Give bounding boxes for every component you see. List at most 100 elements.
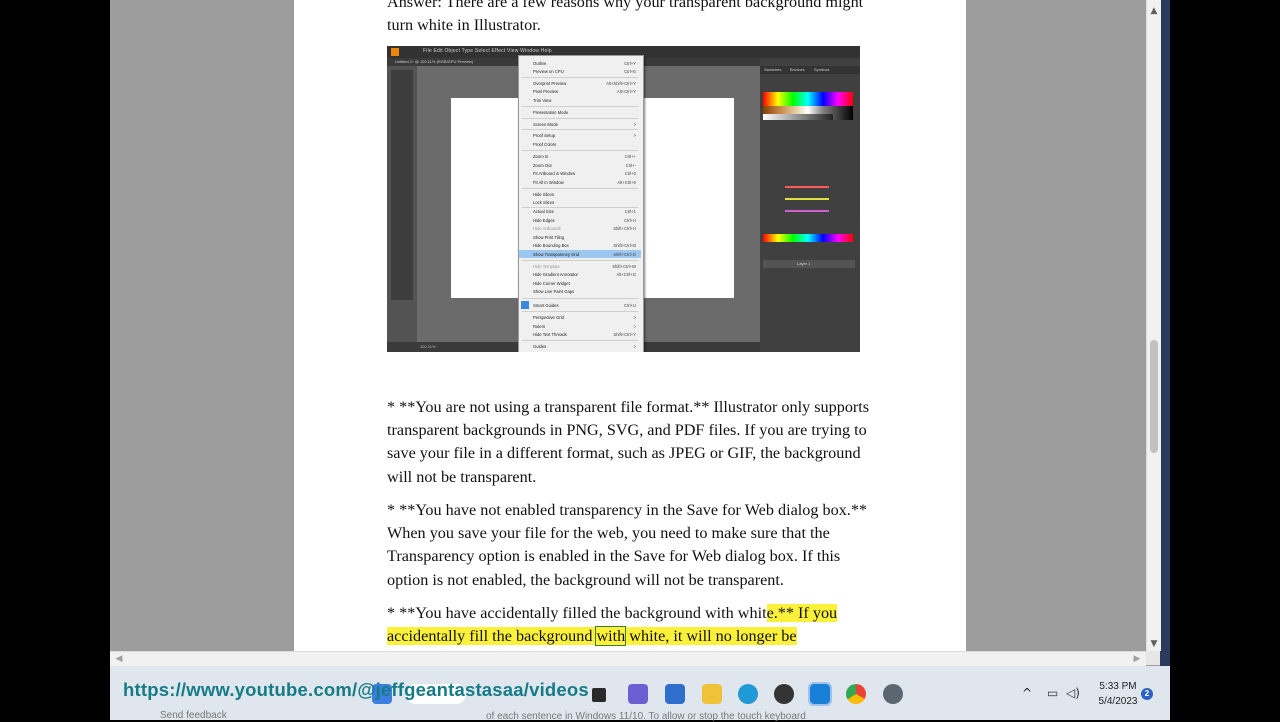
illustrator-menu-labels: File Edit Object Type Select Effect View… [423,48,552,54]
highlighted-text: white, it will no longer be [625,627,797,646]
layer-name: Layer 1 [797,261,811,266]
panel-tab: Brushes [790,67,805,72]
volume-icon[interactable]: ◁) [1066,686,1080,700]
menu-separator [522,150,638,151]
menu-item-hide-slices: Hide Slices [533,192,554,197]
scrollbar-corner [1146,651,1160,665]
menu-item-hide-template: Hide Template Shift+Ctrl+W [533,264,636,269]
chevron-up-icon[interactable]: ^ [1022,686,1032,700]
panel-tabs: Swatches Brushes Symbols [760,66,860,74]
intro-paragraph: Answer: There are a few reasons why your… [387,0,927,37]
menu-item-lock-slices: Lock Slices [533,200,555,205]
document-tab: Untitled-1* @ 100.11% (RGB/GPU Preview) [395,59,474,64]
teams-chat-icon[interactable] [628,684,648,704]
paragraph-save-for-web: * **You have not enabled transparency in… [387,499,927,592]
menu-separator [522,188,638,189]
illustrator-logo-icon [391,48,399,56]
menu-item-pixel-preview: Pixel Preview Alt+Ctrl+Y [533,89,636,94]
panel-tab: Swatches [764,67,782,72]
menu-item-proof-colors: Proof Colors [533,142,557,147]
menu-item-overprint-preview: Overprint Preview Alt+Shift+Ctrl+Y [533,81,636,86]
menu-item-presentation-mode: Presentation Mode [533,110,569,115]
text-line: When you save your file for the web, you… [387,524,830,543]
underlying-window-text: of each sentence in Windows 11/10. To al… [486,711,806,722]
scroll-thumb[interactable] [1150,340,1158,453]
text-line: * **You are not using a transparent file… [387,398,870,416]
settings-icon[interactable] [883,684,903,704]
menu-item-hide-bounding-box: Hide Bounding Box Shift+Ctrl+B [533,243,636,248]
menu-item-show-live-paint-gaps: Show Live Paint Gaps [533,289,575,294]
menu-item-actual-size: Actual Size Ctrl+1 [533,209,636,214]
menu-item-show-transparency-grid: Show Transparency Grid Shift+Ctrl+D [519,250,641,259]
layer-row: Layer 1 [763,260,855,268]
text-line: Transparency option is enabled in the Sa… [387,547,841,566]
edge-icon[interactable] [738,684,758,704]
text-line: transparent backgrounds in PNG, SVG, and… [387,421,867,440]
text-line: option is not enabled, the background wi… [387,570,784,589]
scroll-up-icon[interactable]: ▲ [1147,4,1161,18]
color-spectrum [763,234,853,242]
color-slider-g [785,198,829,200]
paragraph-file-format: * **You are not using a transparent file… [387,396,927,489]
media-player-icon[interactable] [774,684,794,704]
menu-item-hide-artboards: Hide Artboards Shift+Ctrl+H [533,226,636,231]
zoom-level: 100.11% [420,344,436,349]
menu-item-zoom-out: Zoom Out Ctrl+- [533,163,636,168]
highlighted-text: e.** If you [766,604,838,622]
view-menu-dropdown: Outline Ctrl+Y Preview on CPU Ctrl+E Overp… [518,55,644,352]
paragraph-filled-white: * **You have accidentally filled the bac… [387,602,927,648]
clock-date[interactable]: 5/4/2023 [1094,696,1142,707]
menu-item-trim-view: Trim View [533,98,552,103]
send-feedback-link[interactable]: Send feedback [160,710,227,721]
youtube-url-overlay: https://www.youtube.com/@jeffgeantastasa… [123,679,589,700]
menu-item-screen-mode: Screen Mode > [533,122,636,127]
menu-separator [522,129,638,130]
menu-item-fit-artboard: Fit Artboard in Window Ctrl+0 [533,171,636,176]
color-slider-r [785,186,829,188]
text-line: save your file in a different format, su… [387,444,861,463]
selected-word[interactable]: with [595,626,627,647]
clock-time[interactable]: 5:33 PM [1098,681,1138,692]
menu-item-hide-edges: Hide Edges Ctrl+H [533,218,636,223]
scroll-left-icon[interactable]: ◀ [112,652,126,666]
vertical-scrollbar[interactable]: ▲ ▼ [1146,0,1161,651]
menu-separator [522,311,638,312]
grey-swatches [763,114,833,120]
menu-item-hide-text-threads: Hide Text Threads Shift+Ctrl+Y [533,332,636,337]
menu-item-fit-all: Fit All in Window Alt+Ctrl+0 [533,180,636,185]
notification-badge[interactable]: 2 [1141,688,1153,700]
store-icon[interactable] [665,684,685,704]
horizontal-scrollbar[interactable]: ◀ ▶ [110,651,1146,666]
menu-separator [522,118,638,119]
menu-item-proof-setup: Proof Setup > [533,133,636,138]
menu-item-zoom-in: Zoom In Ctrl++ [533,154,636,159]
menu-separator [522,260,638,261]
network-icon[interactable]: ▭ [1047,686,1058,700]
menu-item-outline: Outline Ctrl+Y [533,61,636,66]
menu-separator [522,298,638,299]
text-line: Answer: There are a few reasons why your… [387,0,864,11]
menu-separator [522,77,638,78]
file-explorer-icon[interactable] [702,684,722,704]
chrome-icon[interactable] [846,684,866,704]
scroll-down-icon[interactable]: ▼ [1147,637,1161,651]
menu-item-preview-on-cpu: Preview on CPU Ctrl+E [533,69,636,74]
scroll-right-icon[interactable]: ▶ [1130,652,1144,666]
menu-item-rulers: Rulers > [533,324,636,329]
menu-separator [522,340,638,341]
panel-tab: Symbols [814,67,830,72]
highlighted-text: accidentally fill the background [387,627,597,646]
text-run: * **You have accidentally filled the bac… [387,604,767,622]
illustrator-screenshot: File Edit Object Type Select Effect View… [387,46,860,352]
text-line: will not be transparent. [387,467,537,486]
text-line: * **You have not enabled transparency in… [387,501,868,519]
menu-item-perspective-grid: Perspective Grid > [533,315,636,320]
app-icon[interactable] [808,682,832,706]
menu-item-guides: Guides > [533,344,636,349]
menu-item-hide-corner-widget: Hide Corner Widget [533,281,570,286]
task-view-icon[interactable] [592,688,606,702]
text-line: * **You have accidentally filled the bac… [387,602,927,625]
checkmark-icon [521,301,529,309]
menu-item-show-print-tiling: Show Print Tiling [533,235,565,240]
menu-item-hide-gradient-annotator: Hide Gradient Annotator Alt+Ctrl+G [533,272,636,277]
